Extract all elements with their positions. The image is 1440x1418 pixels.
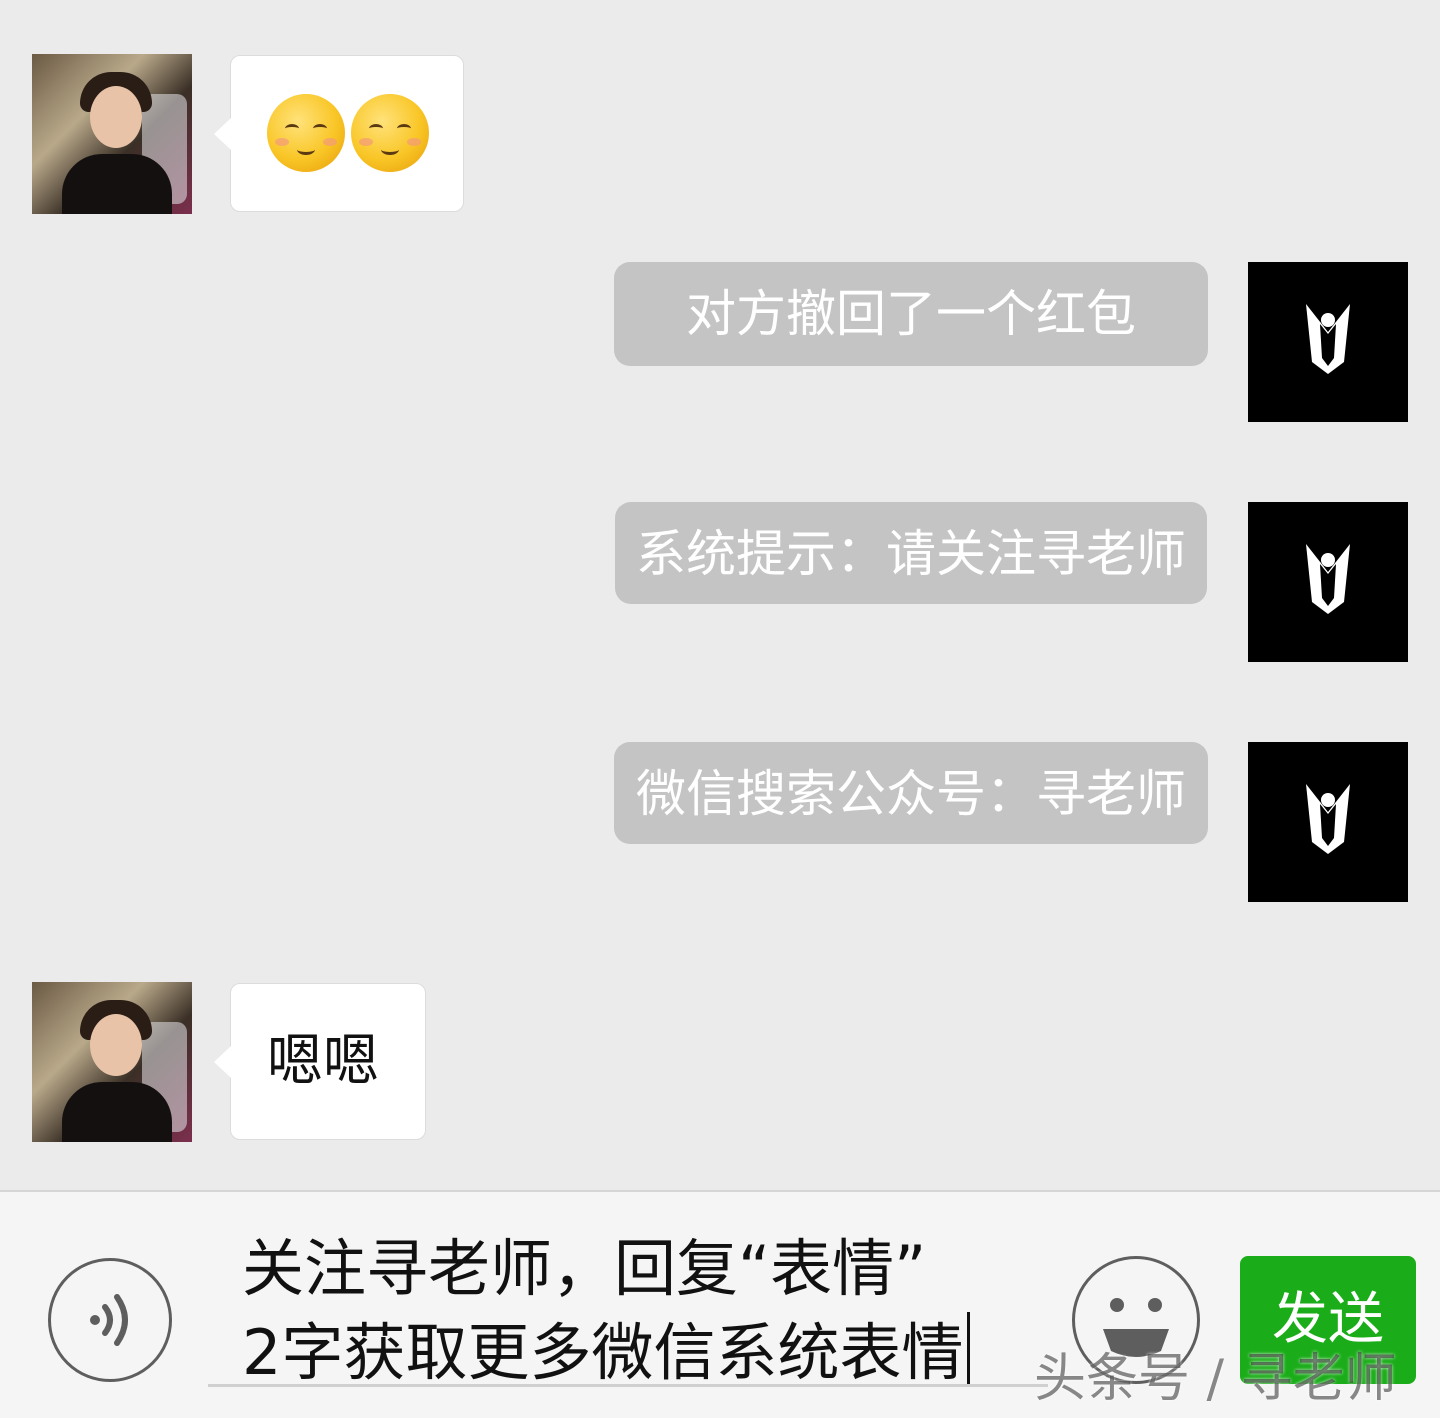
relieved-face-emoji [351,94,429,172]
own-avatar[interactable] [1248,742,1408,902]
input-text-line-1: 关注寻老师，回复“表情” [242,1232,927,1305]
message-input[interactable]: 关注寻老师，回复“表情” 2字获取更多微信系统表情 [208,1212,1048,1387]
input-toolbar: 关注寻老师，回复“表情” 2字获取更多微信系统表情 发送 头条号 / 寻老师 [0,1190,1440,1418]
watermark: 头条号 / 寻老师 [1034,1349,1397,1409]
text-message-bubble[interactable]: 嗯嗯 [214,983,426,1140]
system-notice-follow: 系统提示：请关注寻老师 [615,502,1207,604]
voice-button[interactable] [48,1258,172,1382]
suit-figure-icon [1306,304,1350,374]
contact-avatar[interactable] [32,982,192,1142]
contact-avatar[interactable] [32,54,192,214]
input-text-line-2: 2字获取更多微信系统表情 [242,1312,971,1384]
relieved-face-emoji [267,94,345,172]
text-cursor [967,1312,971,1384]
voice-icon [90,1294,128,1346]
suit-figure-icon [1306,784,1350,854]
emoji-message-bubble[interactable] [214,55,464,212]
suit-figure-icon [1306,544,1350,614]
system-notice-search: 微信搜索公众号：寻老师 [614,742,1208,844]
chat-area: 对方撤回了一个红包 系统提示：请关注寻老师 微信搜索公众号：寻老师 嗯嗯 [0,0,1440,1190]
system-notice-recall: 对方撤回了一个红包 [614,262,1208,366]
message-text: 嗯嗯 [267,1029,379,1094]
own-avatar[interactable] [1248,502,1408,662]
own-avatar[interactable] [1248,262,1408,422]
